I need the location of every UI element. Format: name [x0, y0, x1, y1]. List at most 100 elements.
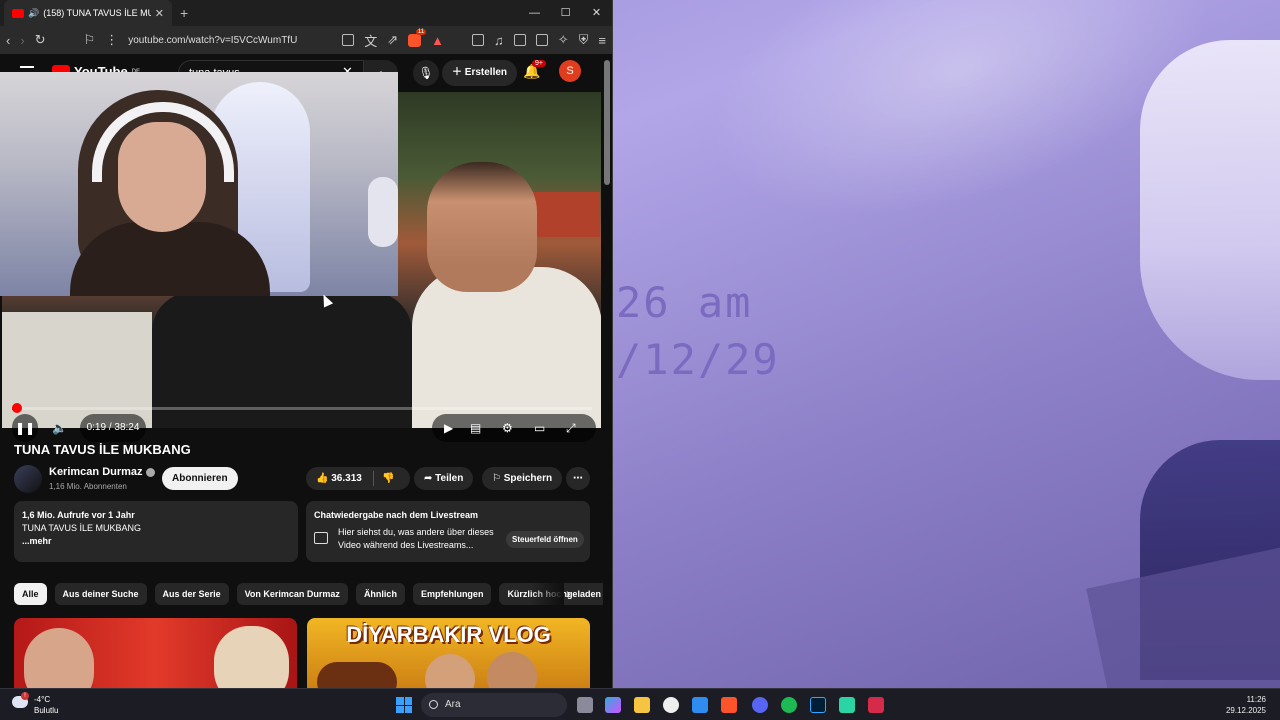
- wallet-icon[interactable]: [535, 34, 548, 46]
- search-icon: [429, 700, 438, 709]
- vivaldi-icon[interactable]: [868, 697, 884, 713]
- spotify-icon[interactable]: [781, 697, 797, 713]
- taskbar-search-label: Ara: [445, 699, 461, 710]
- more-actions-icon[interactable]: ⋯: [566, 467, 590, 490]
- taskbar: ! -4°C Bulutlu Ara 11:26 29.12.2025: [0, 688, 1280, 720]
- windows-start-icon[interactable]: [396, 697, 412, 713]
- chip-from-series[interactable]: Aus der Serie: [154, 583, 229, 605]
- pause-button[interactable]: ❚❚: [12, 414, 38, 442]
- anime-character-art: [1140, 40, 1280, 380]
- screenshot-icon[interactable]: [471, 34, 484, 46]
- url-field[interactable]: youtube.com/watch?v=I5VCcWumTfU: [128, 35, 332, 46]
- time-display: 0:19 / 38:24: [80, 414, 146, 442]
- window-controls: — ☐ ✕: [519, 0, 612, 26]
- description-text: TUNA TAVUS İLE MUKBANG: [22, 523, 142, 533]
- fullscreen-icon[interactable]: ⤢: [566, 414, 576, 442]
- sidebar-icon[interactable]: [513, 34, 526, 46]
- bookmark-icon[interactable]: ⚐: [84, 32, 96, 48]
- create-label: Erstellen: [464, 67, 508, 78]
- chip-similar[interactable]: Ähnlich: [355, 583, 405, 605]
- page-scrollbar[interactable]: [603, 54, 612, 688]
- new-tab-button[interactable]: +: [180, 5, 188, 21]
- browser-tab[interactable]: 🔊 (158) TUNA TAVUS İLE MUKB... ✕: [4, 0, 172, 26]
- chat-replay-box: Chatwiedergabe nach dem Livestream Hier …: [306, 501, 590, 562]
- save-button[interactable]: ⚐ Speichern: [482, 467, 563, 490]
- share-label: Teilen: [435, 473, 464, 484]
- chrome-icon[interactable]: [663, 697, 679, 713]
- subtitles-icon[interactable]: ▤: [470, 414, 481, 442]
- related-video-thumbnail[interactable]: [14, 618, 297, 688]
- account-avatar[interactable]: S: [559, 60, 581, 82]
- leo-ai-icon[interactable]: ✧: [558, 32, 569, 48]
- progress-scrubber[interactable]: [11, 403, 22, 413]
- webcam-microphone: [368, 177, 398, 247]
- reload-icon[interactable]: ↻: [35, 32, 46, 48]
- tab-title: (158) TUNA TAVUS İLE MUKB...: [43, 8, 151, 18]
- maximize-button[interactable]: ☐: [550, 0, 581, 26]
- scrollbar-thumb[interactable]: [604, 60, 610, 185]
- copilot-icon[interactable]: [605, 697, 621, 713]
- autoplay-toggle-icon[interactable]: ▶: [444, 414, 453, 442]
- taskbar-search[interactable]: Ara: [421, 693, 567, 717]
- task-view-icon[interactable]: [577, 697, 593, 713]
- discord-icon[interactable]: [752, 697, 768, 713]
- share-button[interactable]: ➦ Teilen: [414, 467, 474, 490]
- android-app-icon[interactable]: [839, 697, 855, 713]
- subscribe-button[interactable]: Abonnieren: [162, 467, 238, 490]
- more-link[interactable]: ...mehr: [22, 536, 52, 546]
- channel-avatar[interactable]: [14, 465, 42, 493]
- youtube-favicon-icon: [12, 8, 24, 18]
- thumbnail-person: [214, 626, 289, 688]
- tab-bar: 🔊 (158) TUNA TAVUS İLE MUKB... ✕ + — ☐ ✕: [0, 0, 612, 26]
- dislike-icon[interactable]: 👎: [382, 467, 394, 490]
- open-chat-button[interactable]: Steuerfeld öffnen: [506, 531, 584, 548]
- create-button[interactable]: ＋ Erstellen: [442, 60, 518, 86]
- cast-icon[interactable]: [342, 34, 355, 46]
- description-box[interactable]: 1,6 Mio. Aufrufe vor 1 Jahr TUNA TAVUS İ…: [14, 501, 298, 562]
- brave-browser-icon[interactable]: [721, 697, 737, 713]
- browser-window: 🔊 (158) TUNA TAVUS İLE MUKB... ✕ + — ☐ ✕…: [0, 0, 613, 688]
- minimize-button[interactable]: —: [519, 0, 550, 26]
- system-clock[interactable]: 11:26 29.12.2025: [1226, 694, 1266, 716]
- channel-name-row[interactable]: Kerimcan Durmaz: [49, 466, 155, 478]
- volume-icon[interactable]: 🔈: [52, 414, 67, 442]
- chips-fade: [530, 582, 564, 606]
- chat-replay-title: Chatwiedergabe nach dem Livestream: [314, 510, 479, 520]
- theater-mode-icon[interactable]: ▭: [534, 414, 545, 442]
- chip-all[interactable]: Alle: [14, 583, 47, 605]
- close-window-button[interactable]: ✕: [581, 0, 612, 26]
- save-label: Speichern: [503, 473, 553, 484]
- like-button[interactable]: 👍 36.313: [316, 467, 362, 490]
- chip-from-channel[interactable]: Von Kerimcan Durmaz: [236, 583, 348, 605]
- video-person-shirt: [412, 267, 601, 428]
- file-explorer-icon[interactable]: [634, 697, 650, 713]
- video-progress-bar[interactable]: [11, 403, 592, 413]
- notifications-bell-icon[interactable]: 🔔 9+: [523, 60, 546, 80]
- address-toolbar: ‹ › ↻ ⚐ ⋮ youtube.com/watch?v=I5VCcWumTf…: [0, 26, 612, 54]
- thumbnail-title: DİYARBAKIR VLOG: [346, 622, 551, 647]
- microphone-icon[interactable]: 🎙: [413, 60, 439, 86]
- share-icon[interactable]: ⇗: [387, 32, 398, 48]
- browser-menu-icon[interactable]: ≡: [598, 33, 606, 48]
- brave-shields-icon[interactable]: 11: [408, 28, 427, 47]
- chip-recommendations[interactable]: Empfehlungen: [412, 583, 492, 605]
- related-video-thumbnail[interactable]: DİYARBAKIR VLOG: [307, 618, 590, 688]
- music-icon[interactable]: ♫: [494, 33, 504, 48]
- brave-rewards-icon[interactable]: ▲: [431, 33, 444, 48]
- translate-icon[interactable]: 文: [364, 31, 377, 50]
- forward-icon[interactable]: ›: [20, 33, 24, 48]
- thumbnail-person: [24, 628, 94, 688]
- photoshop-icon[interactable]: [810, 697, 826, 713]
- thumbnail-person: [487, 652, 537, 688]
- like-dislike-group: 👍 36.313 👎: [306, 467, 410, 490]
- site-info-icon[interactable]: ⋮: [105, 32, 118, 48]
- vpn-icon[interactable]: ⛨: [579, 32, 589, 48]
- tab-close-icon[interactable]: ✕: [155, 7, 164, 20]
- microsoft-store-icon[interactable]: [692, 697, 708, 713]
- chips-next-icon[interactable]: ›: [566, 585, 571, 601]
- back-icon[interactable]: ‹: [6, 33, 10, 48]
- weather-alert-badge: !: [21, 692, 29, 700]
- channel-name[interactable]: Kerimcan Durmaz: [49, 466, 143, 478]
- settings-gear-icon[interactable]: ⚙: [502, 414, 513, 442]
- chip-from-search[interactable]: Aus deiner Suche: [54, 583, 147, 605]
